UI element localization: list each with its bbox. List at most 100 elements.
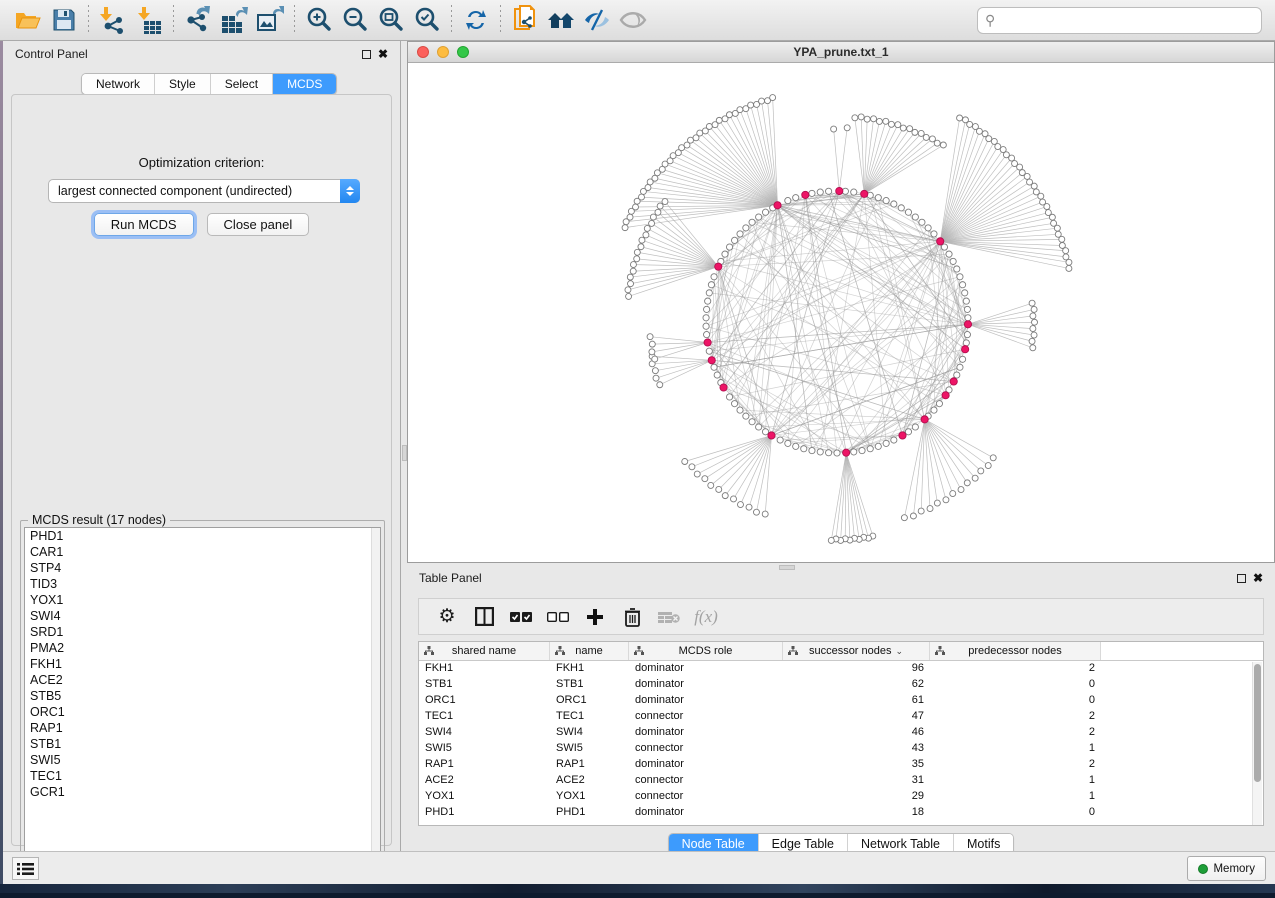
graph-leaf-node[interactable] bbox=[1017, 164, 1023, 170]
graph-node[interactable] bbox=[749, 419, 755, 425]
result-node-item[interactable]: GCR1 bbox=[25, 784, 380, 800]
split-panel-icon[interactable] bbox=[470, 603, 498, 631]
graph-leaf-node[interactable] bbox=[918, 130, 924, 136]
graph-leaf-node[interactable] bbox=[639, 237, 645, 243]
graph-leaf-node[interactable] bbox=[1031, 183, 1037, 189]
graph-hub-node[interactable] bbox=[836, 187, 843, 194]
graph-leaf-node[interactable] bbox=[652, 368, 658, 374]
result-node-item[interactable]: SRD1 bbox=[25, 624, 380, 640]
graph-leaf-node[interactable] bbox=[737, 107, 743, 113]
table-scrollbar-thumb[interactable] bbox=[1254, 664, 1261, 782]
memory-button[interactable]: Memory bbox=[1187, 856, 1266, 881]
graph-node[interactable] bbox=[726, 244, 732, 250]
graph-node[interactable] bbox=[809, 447, 815, 453]
graph-leaf-node[interactable] bbox=[655, 209, 661, 215]
graph-leaf-node[interactable] bbox=[746, 504, 752, 510]
close-panel-icon[interactable]: ✖ bbox=[1253, 574, 1263, 583]
graph-leaf-node[interactable] bbox=[1024, 173, 1030, 179]
graph-leaf-node[interactable] bbox=[967, 121, 973, 127]
graph-leaf-node[interactable] bbox=[918, 508, 924, 514]
result-node-item[interactable]: SWI5 bbox=[25, 752, 380, 768]
graph-node[interactable] bbox=[743, 225, 749, 231]
graph-node[interactable] bbox=[954, 266, 960, 272]
graph-leaf-node[interactable] bbox=[759, 98, 765, 104]
graph-node[interactable] bbox=[704, 306, 710, 312]
float-window-icon[interactable] bbox=[362, 50, 371, 59]
graph-hub-node[interactable] bbox=[937, 238, 944, 245]
graph-leaf-node[interactable] bbox=[626, 293, 632, 299]
save-session-icon[interactable] bbox=[46, 3, 82, 37]
graph-leaf-node[interactable] bbox=[950, 491, 956, 497]
graph-node[interactable] bbox=[743, 413, 749, 419]
result-list-scrollbar[interactable] bbox=[371, 528, 380, 880]
graph-leaf-node[interactable] bbox=[927, 506, 933, 512]
result-node-item[interactable]: STB5 bbox=[25, 688, 380, 704]
graph-node[interactable] bbox=[731, 237, 737, 243]
graph-node[interactable] bbox=[762, 209, 768, 215]
graph-hub-node[interactable] bbox=[715, 263, 722, 270]
graph-node[interactable] bbox=[704, 331, 710, 337]
graph-node[interactable] bbox=[817, 449, 823, 455]
zoom-out-icon[interactable] bbox=[337, 3, 373, 37]
hide-details-icon[interactable] bbox=[579, 3, 615, 37]
tab-style[interactable]: Style bbox=[154, 74, 210, 94]
graph-leaf-node[interactable] bbox=[634, 249, 640, 255]
graph-leaf-node[interactable] bbox=[1030, 345, 1036, 351]
graph-node[interactable] bbox=[817, 189, 823, 195]
graph-leaf-node[interactable] bbox=[731, 496, 737, 502]
graph-node[interactable] bbox=[737, 407, 743, 413]
export-table-icon[interactable] bbox=[216, 3, 252, 37]
graph-leaf-node[interactable] bbox=[900, 125, 906, 131]
result-node-item[interactable]: PHD1 bbox=[25, 528, 380, 544]
graph-node[interactable] bbox=[722, 251, 728, 257]
graph-leaf-node[interactable] bbox=[645, 185, 651, 191]
graph-leaf-node[interactable] bbox=[1030, 326, 1036, 332]
table-row[interactable]: YOX1YOX1connector291 bbox=[419, 789, 1263, 805]
graph-leaf-node[interactable] bbox=[753, 509, 759, 515]
result-node-item[interactable]: ORC1 bbox=[25, 704, 380, 720]
graph-leaf-node[interactable] bbox=[748, 102, 754, 108]
graph-leaf-node[interactable] bbox=[1029, 338, 1035, 344]
graph-hub-node[interactable] bbox=[861, 190, 868, 197]
column-header-predecessor-nodes[interactable]: predecessor nodes bbox=[930, 642, 1101, 660]
column-header-MCDS-role[interactable]: MCDS role bbox=[629, 642, 783, 660]
table-row[interactable]: STB1STB1dominator620 bbox=[419, 677, 1263, 693]
graph-leaf-node[interactable] bbox=[957, 115, 963, 121]
graph-node[interactable] bbox=[883, 440, 889, 446]
zoom-selected-icon[interactable] bbox=[409, 3, 445, 37]
graph-node[interactable] bbox=[703, 323, 709, 329]
graph-leaf-node[interactable] bbox=[1044, 204, 1050, 210]
close-panel-button[interactable]: Close panel bbox=[207, 213, 310, 236]
result-node-item[interactable]: STP4 bbox=[25, 560, 380, 576]
graph-leaf-node[interactable] bbox=[638, 244, 644, 250]
criterion-select[interactable]: largest connected component (undirected) bbox=[48, 179, 360, 203]
export-image-icon[interactable] bbox=[252, 3, 288, 37]
column-header-shared-name[interactable]: shared name bbox=[419, 642, 550, 660]
graph-node[interactable] bbox=[925, 225, 931, 231]
graph-node[interactable] bbox=[912, 424, 918, 430]
run-mcds-button[interactable]: Run MCDS bbox=[94, 213, 194, 236]
graph-leaf-node[interactable] bbox=[649, 341, 655, 347]
graph-leaf-node[interactable] bbox=[943, 497, 949, 503]
graph-leaf-node[interactable] bbox=[876, 118, 882, 124]
graph-leaf-node[interactable] bbox=[630, 262, 636, 268]
graph-leaf-node[interactable] bbox=[964, 480, 970, 486]
clone-network-icon[interactable] bbox=[507, 3, 543, 37]
network-canvas[interactable] bbox=[408, 63, 1274, 562]
graph-node[interactable] bbox=[851, 449, 857, 455]
graph-node[interactable] bbox=[793, 195, 799, 201]
delete-column-icon[interactable] bbox=[618, 603, 646, 631]
graph-leaf-node[interactable] bbox=[828, 537, 834, 543]
tab-select[interactable]: Select bbox=[210, 74, 272, 94]
graph-leaf-node[interactable] bbox=[958, 487, 964, 493]
graph-leaf-node[interactable] bbox=[649, 349, 655, 355]
graph-leaf-node[interactable] bbox=[1049, 214, 1055, 220]
graph-node[interactable] bbox=[714, 372, 720, 378]
graph-leaf-node[interactable] bbox=[627, 214, 633, 220]
result-node-item[interactable]: FKH1 bbox=[25, 656, 380, 672]
graph-node[interactable] bbox=[793, 443, 799, 449]
table-scrollbar[interactable] bbox=[1252, 662, 1262, 825]
export-network-icon[interactable] bbox=[180, 3, 216, 37]
graph-hub-node[interactable] bbox=[774, 202, 781, 209]
graph-leaf-node[interactable] bbox=[986, 136, 992, 142]
